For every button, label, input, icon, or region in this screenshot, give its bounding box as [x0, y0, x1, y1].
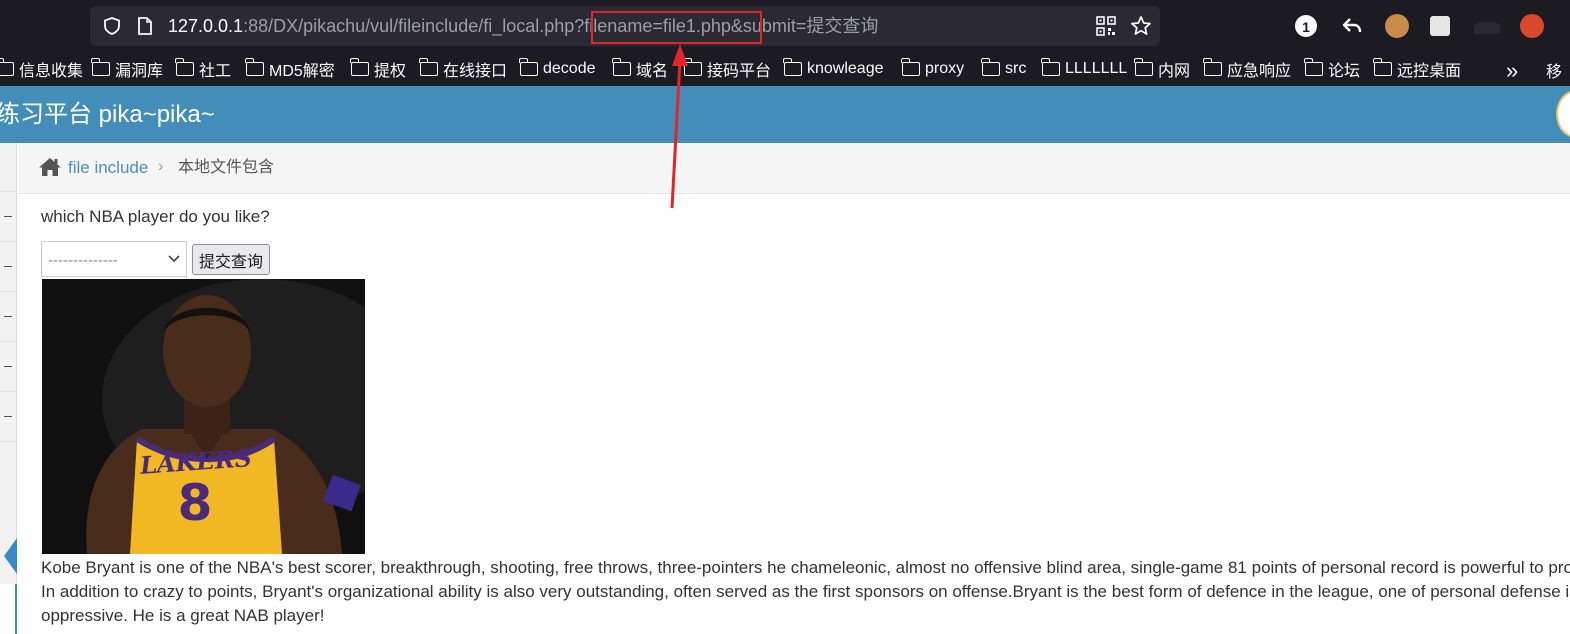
sidebar-divider [0, 441, 17, 442]
chevron-down-icon [168, 255, 180, 263]
bookmark-item[interactable]: LLLLLLL [1041, 58, 1127, 79]
site-header [0, 86, 1570, 143]
question-label: which NBA player do you like? [41, 207, 270, 226]
bookmark-item[interactable]: 远控桌面 [1373, 58, 1461, 80]
qr-code-icon[interactable] [1096, 16, 1116, 36]
cookie-extension-icon[interactable] [1385, 14, 1409, 38]
bookmark-star-icon[interactable] [1130, 15, 1152, 37]
breadcrumb-link[interactable]: file include [68, 158, 148, 178]
sidebar-item-active[interactable] [0, 584, 17, 634]
folder-icon [1134, 58, 1153, 76]
extension-icon[interactable] [1430, 16, 1450, 36]
folder-icon [901, 58, 920, 76]
player-image: LAKERS 8 [42, 279, 365, 554]
folder-icon [175, 58, 194, 76]
sidebar-item[interactable] [4, 266, 12, 267]
bookmark-item[interactable]: proxy [901, 58, 964, 79]
folder-icon [350, 58, 369, 76]
page-info-icon[interactable] [136, 16, 154, 36]
bookmark-item[interactable]: 接码平台 [683, 58, 771, 80]
bookmark-item-partial[interactable]: 移 [1546, 58, 1562, 82]
bookmark-item[interactable]: decode [519, 58, 596, 79]
bookmark-item[interactable]: 论坛 [1304, 58, 1360, 80]
sidebar-item[interactable] [4, 416, 12, 417]
breadcrumb-current: 本地文件包含 [178, 159, 275, 176]
breadcrumb-separator-icon: › [158, 158, 164, 175]
bookmarks-overflow-chevron-icon[interactable]: » [1506, 58, 1518, 84]
sidebar-item[interactable] [4, 366, 12, 367]
folder-icon [1041, 58, 1060, 76]
bookmark-item[interactable]: src [981, 58, 1026, 79]
folder-icon [1373, 58, 1392, 76]
extension-badge-icon[interactable]: 1 [1295, 15, 1317, 37]
folder-icon [519, 58, 538, 76]
browser-toolbar: 127.0.0.1:88/DX/pikachu/vul/fileinclude/… [0, 0, 1570, 52]
folder-icon [0, 58, 14, 76]
jersey-number: 8 [177, 474, 213, 532]
fox-extension-icon[interactable] [1520, 14, 1544, 38]
sidebar-collapse-icon[interactable] [4, 538, 17, 574]
sidebar-item[interactable] [4, 316, 12, 317]
folder-icon [1304, 58, 1323, 76]
submit-button[interactable]: 提交查询 [192, 244, 270, 275]
folder-icon [245, 58, 264, 76]
url-host: 127.0.0.1 [168, 16, 244, 36]
bookmark-item[interactable]: 提权 [350, 58, 406, 80]
folder-icon [91, 58, 110, 76]
sidebar-divider [0, 341, 17, 342]
select-value: -------------- [48, 252, 118, 269]
annotation-arrow-icon [670, 44, 688, 209]
folder-icon [1203, 58, 1222, 76]
sidebar-item[interactable] [4, 216, 12, 217]
bookmark-item[interactable]: 内网 [1134, 58, 1190, 80]
hat-extension-icon[interactable] [1474, 22, 1500, 34]
folder-icon [783, 58, 802, 76]
sidebar-divider [0, 391, 17, 392]
home-icon[interactable] [38, 156, 62, 178]
bookmark-item[interactable]: knowleage [783, 58, 884, 79]
shield-icon[interactable] [102, 16, 122, 36]
bookmark-item[interactable]: 漏洞库 [91, 58, 163, 80]
bookmark-item[interactable]: 社工 [175, 58, 231, 80]
player-select[interactable]: -------------- [41, 241, 187, 277]
site-title[interactable]: 练习平台 pika~pika~ [0, 100, 215, 130]
sidebar-divider [0, 291, 17, 292]
url-text[interactable]: 127.0.0.1:88/DX/pikachu/vul/fileinclude/… [168, 15, 878, 37]
folder-icon [419, 58, 438, 76]
bookmark-item[interactable]: MD5解密 [245, 58, 335, 80]
folder-icon [981, 58, 1000, 76]
bookmark-item[interactable]: 应急响应 [1203, 58, 1291, 80]
undo-arrow-icon[interactable] [1340, 14, 1364, 38]
sidebar-divider [0, 241, 17, 242]
sidebar-divider [0, 191, 17, 192]
bookmark-item[interactable]: 信息收集 [0, 58, 83, 80]
player-description: Kobe Bryant is one of the NBA's best sco… [41, 558, 1570, 625]
folder-icon [612, 58, 631, 76]
url-path: :88/DX/pikachu/vul/fileinclude/fi_local.… [243, 16, 879, 36]
bookmark-item[interactable]: 在线接口 [419, 58, 507, 80]
